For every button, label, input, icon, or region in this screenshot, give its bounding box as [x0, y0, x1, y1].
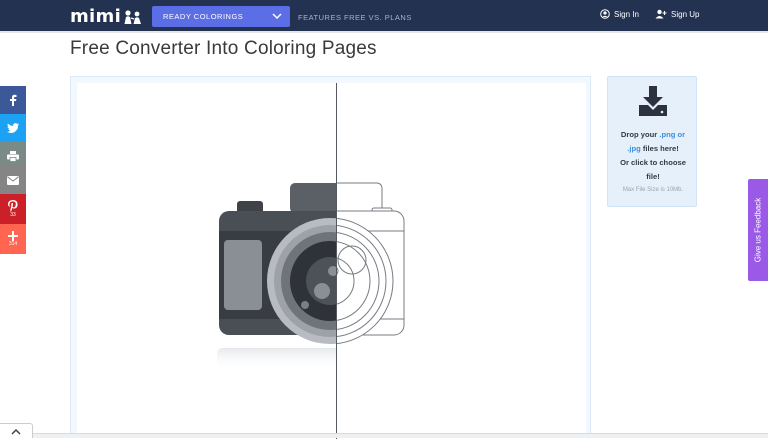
- ext-jpg: .jpg: [627, 144, 641, 153]
- share-pinterest-button[interactable]: 33: [0, 194, 26, 224]
- file-drop-zone[interactable]: Drop your .png or .jpg files here! Or cl…: [607, 76, 697, 207]
- email-icon: [7, 175, 19, 185]
- share-facebook-button[interactable]: [0, 86, 26, 114]
- page-title: Free Converter Into Coloring Pages: [70, 38, 377, 59]
- ext-png: .png: [659, 130, 676, 139]
- nav-free-vs-plans-link[interactable]: FREE VS. PLANS: [344, 13, 412, 22]
- top-navbar: mimi READY COLORINGS FEATURES FREE VS. P…: [0, 0, 768, 33]
- scroll-to-top-button[interactable]: [0, 423, 33, 438]
- user-circle-icon: [600, 9, 610, 19]
- click-to-choose-text: Or click to choose file!: [620, 158, 686, 181]
- drop-prefix: Drop your: [620, 130, 660, 139]
- preview-canvas: [77, 83, 586, 439]
- bottom-bar: [33, 433, 768, 438]
- compare-divider[interactable]: [336, 83, 337, 439]
- share-email-button[interactable]: [0, 166, 26, 194]
- sign-in-label: Sign In: [614, 9, 639, 19]
- logo-kids-icon: [124, 10, 142, 24]
- chevron-down-icon: [272, 13, 282, 20]
- more-share-count: 314: [8, 241, 18, 247]
- user-plus-icon: [655, 9, 667, 19]
- ext-or: or: [675, 130, 686, 139]
- sign-up-label: Sign Up: [671, 9, 700, 19]
- chevron-up-icon: [11, 428, 21, 435]
- pinterest-share-count: 33: [10, 212, 16, 218]
- dropdown-label: READY COLORINGS: [163, 12, 244, 21]
- site-logo[interactable]: mimi: [70, 7, 143, 27]
- pinterest-icon: [8, 200, 18, 212]
- share-twitter-button[interactable]: [0, 114, 26, 142]
- nav-features-link[interactable]: FEATURES: [298, 13, 341, 22]
- ready-colorings-dropdown[interactable]: READY COLORINGS: [152, 6, 290, 27]
- drop-instructions: Drop your .png or .jpg files here! Or cl…: [608, 128, 698, 184]
- share-more-button[interactable]: 314: [0, 224, 26, 254]
- max-file-size-note: Max File Size is 10Mb.: [622, 187, 684, 193]
- plus-icon: [8, 231, 18, 241]
- facebook-icon: [10, 94, 17, 106]
- download-tray-icon: [639, 86, 667, 116]
- sign-up-link[interactable]: Sign Up: [655, 9, 699, 19]
- feedback-label: Give us Feedback: [753, 197, 763, 263]
- sign-in-link[interactable]: Sign In: [600, 9, 639, 19]
- logo-text: mimi: [70, 6, 122, 27]
- camera-illustration: [217, 182, 405, 370]
- drop-suffix: files here!: [640, 144, 679, 153]
- print-icon: [7, 150, 19, 162]
- twitter-icon: [7, 123, 19, 133]
- feedback-tab[interactable]: Give us Feedback: [748, 179, 768, 281]
- preview-panel: [70, 76, 591, 439]
